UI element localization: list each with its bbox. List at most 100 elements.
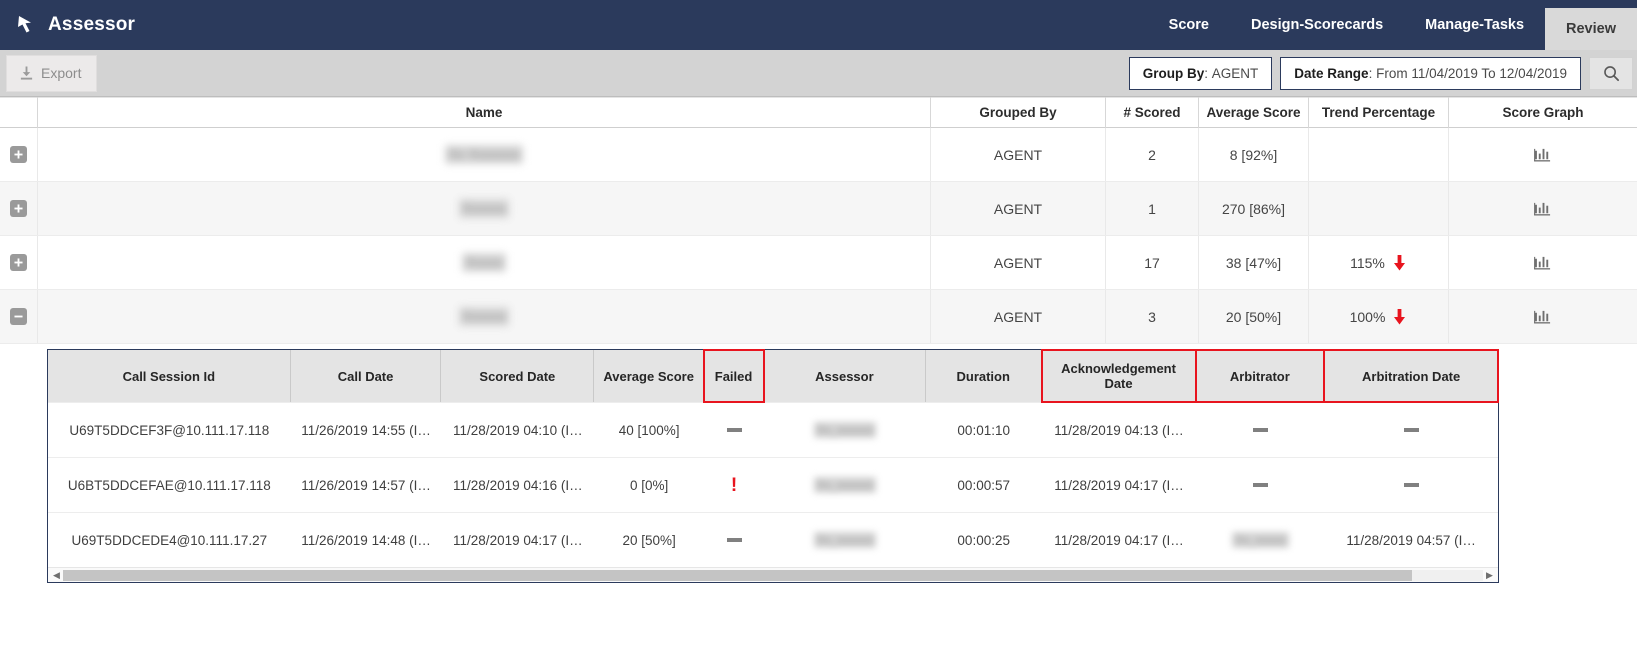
bar-chart-icon[interactable] xyxy=(1533,147,1553,163)
detail-horizontal-scrollbar[interactable]: ◀ ▶ xyxy=(48,567,1498,582)
redacted-name: Xxxxxx xyxy=(458,199,510,218)
detail-call-date: 11/26/2019 14:48 (I… xyxy=(301,532,431,548)
date-range-filter[interactable]: Date Range: From 11/04/2019 To 12/04/201… xyxy=(1280,57,1581,90)
detail-call-session-id: U69T5DDCEF3F@10.111.17.118 xyxy=(69,422,270,438)
detail-acknowledgement-date: 11/28/2019 04:17 (I… xyxy=(1054,532,1184,548)
main-nav: Score Design-Scorecards Manage-Tasks Rev… xyxy=(1148,0,1637,50)
bar-chart-icon[interactable] xyxy=(1533,309,1553,325)
row-scored-count: 2 xyxy=(1106,128,1199,181)
detail-header-arbitration-date[interactable]: Arbitration Date xyxy=(1323,349,1499,403)
group-by-label: Group By xyxy=(1142,66,1205,81)
detail-header-row: Call Session Id Call Date Scored Date Av… xyxy=(48,349,1499,403)
detail-duration: 00:00:25 xyxy=(957,532,1010,548)
nav-item-review[interactable]: Review xyxy=(1545,8,1637,50)
bar-chart-icon[interactable] xyxy=(1533,201,1553,217)
detail-acknowledgement-date: 11/28/2019 04:17 (I… xyxy=(1054,477,1184,493)
table-row: Xx Xxxxxxx AGENT 2 8 [92%] xyxy=(0,128,1637,182)
dash-icon xyxy=(1403,428,1419,432)
redacted-arbitrator: Xx_xxxxx xyxy=(1231,532,1289,548)
row-toggle-cell xyxy=(0,182,38,235)
detail-header-acknowledgement-date[interactable]: Acknowledgement Date xyxy=(1040,349,1198,403)
expand-row-icon[interactable] xyxy=(10,254,27,271)
nav-item-design-scorecards[interactable]: Design-Scorecards xyxy=(1230,0,1404,50)
detail-acknowledgement-date: 11/28/2019 04:13 (I… xyxy=(1054,422,1184,438)
detail-scored-date: 11/28/2019 04:16 (I… xyxy=(453,477,583,493)
row-toggle-cell xyxy=(0,236,38,289)
grid-header-trend-percentage[interactable]: Trend Percentage xyxy=(1309,97,1449,128)
group-by-filter[interactable]: Group By: AGENT xyxy=(1128,57,1273,90)
detail-average-score: 40 [100%] xyxy=(618,422,680,438)
detail-header-arbitrator[interactable]: Arbitrator xyxy=(1195,349,1326,403)
detail-arbitration-date-cell xyxy=(1324,458,1498,512)
row-name-cell: Xxxxxx xyxy=(38,290,931,343)
detail-arbitrator-cell xyxy=(1196,403,1324,457)
top-navigation-bar: Assessor Score Design-Scorecards Manage-… xyxy=(0,0,1637,50)
row-name-cell: Xxxxx xyxy=(38,236,931,289)
row-scored-count: 3 xyxy=(1106,290,1199,343)
row-name-cell: Xxxxxx xyxy=(38,182,931,235)
download-icon xyxy=(19,65,34,81)
collapse-row-icon[interactable] xyxy=(10,308,27,325)
detail-average-score: 0 [0%] xyxy=(630,477,669,493)
row-toggle-cell xyxy=(0,128,38,181)
row-trend-cell: 100% xyxy=(1309,290,1449,343)
nav-item-manage-tasks[interactable]: Manage-Tasks xyxy=(1404,0,1545,50)
detail-header-failed[interactable]: Failed xyxy=(703,349,766,403)
grid-header-name[interactable]: Name xyxy=(38,97,931,128)
dash-icon xyxy=(726,428,742,432)
dash-icon xyxy=(1403,483,1419,487)
date-range-label: Date Range xyxy=(1294,66,1369,81)
row-score-graph xyxy=(1449,236,1637,289)
chevron-right-icon[interactable]: ▶ xyxy=(1483,569,1496,582)
search-button[interactable] xyxy=(1589,57,1633,90)
detail-call-session-id: U6BT5DDCEFAE@10.111.17.118 xyxy=(67,477,271,493)
search-icon xyxy=(1603,65,1620,82)
row-trend-percentage: 100% xyxy=(1349,308,1386,325)
row-trend-percentage: 115% xyxy=(1350,254,1385,271)
grid-header-average-score[interactable]: Average Score xyxy=(1199,97,1309,128)
redacted-name: Xxxxxx xyxy=(458,307,510,326)
row-score-graph xyxy=(1449,182,1637,235)
detail-average-score: 20 [50%] xyxy=(622,532,676,548)
brand: Assessor xyxy=(14,13,135,37)
detail-scored-date: 11/28/2019 04:17 (I… xyxy=(453,532,583,548)
detail-table-row: U6BT5DDCEFAE@10.111.17.118 11/26/2019 14… xyxy=(48,457,1498,512)
bar-chart-icon[interactable] xyxy=(1533,255,1553,271)
detail-header-duration[interactable]: Duration xyxy=(926,350,1042,402)
row-average-score: 38 [47%] xyxy=(1199,236,1309,289)
detail-assessor-cell: Xx_xxxxxx xyxy=(764,513,926,567)
redacted-assessor: Xx_xxxxxx xyxy=(813,532,877,548)
app-title: Assessor xyxy=(48,14,136,35)
table-row: Xxxxxx AGENT 1 270 [86%] xyxy=(0,182,1637,236)
detail-call-date: 11/26/2019 14:57 (I… xyxy=(301,477,431,493)
results-grid: Name Grouped By # Scored Average Score T… xyxy=(0,97,1637,583)
expand-row-icon[interactable] xyxy=(10,146,27,163)
scrollbar-track[interactable] xyxy=(63,569,1483,581)
detail-call-session-id: U69T5DDCEDE4@10.111.17.27 xyxy=(71,532,268,548)
filter-controls: Group By: AGENT Date Range: From 11/04/2… xyxy=(1128,57,1633,90)
expand-row-icon[interactable] xyxy=(10,200,27,217)
detail-duration: 00:01:10 xyxy=(957,422,1010,438)
row-scored-count: 17 xyxy=(1106,236,1199,289)
row-grouped-by: AGENT xyxy=(931,128,1106,181)
detail-arbitrator-cell xyxy=(1196,458,1324,512)
detail-header-average-score[interactable]: Average Score xyxy=(594,350,705,402)
detail-panel-wrapper: Call Session Id Call Date Scored Date Av… xyxy=(0,344,1637,583)
grid-header-scored[interactable]: # Scored xyxy=(1106,97,1199,128)
chevron-left-icon[interactable]: ◀ xyxy=(50,569,63,582)
grid-header-score-graph[interactable]: Score Graph xyxy=(1449,97,1637,128)
scrollbar-thumb[interactable] xyxy=(63,569,1412,581)
detail-header-scored-date[interactable]: Scored Date xyxy=(441,350,595,402)
redacted-assessor: Xx_xxxxxx xyxy=(813,422,877,438)
detail-assessor-cell: Xx_xxxxxx xyxy=(764,403,926,457)
app-root: Assessor Score Design-Scorecards Manage-… xyxy=(0,0,1637,665)
detail-scored-date: 11/28/2019 04:10 (I… xyxy=(453,422,583,438)
export-button[interactable]: Export xyxy=(6,54,97,92)
detail-header-assessor[interactable]: Assessor xyxy=(764,350,926,402)
detail-header-call-session-id[interactable]: Call Session Id xyxy=(48,350,291,402)
redacted-name: Xx Xxxxxxx xyxy=(445,145,523,164)
nav-item-score[interactable]: Score xyxy=(1148,0,1230,50)
dash-icon xyxy=(1252,428,1268,432)
detail-header-call-date[interactable]: Call Date xyxy=(291,350,442,402)
grid-header-grouped-by[interactable]: Grouped By xyxy=(931,97,1106,128)
